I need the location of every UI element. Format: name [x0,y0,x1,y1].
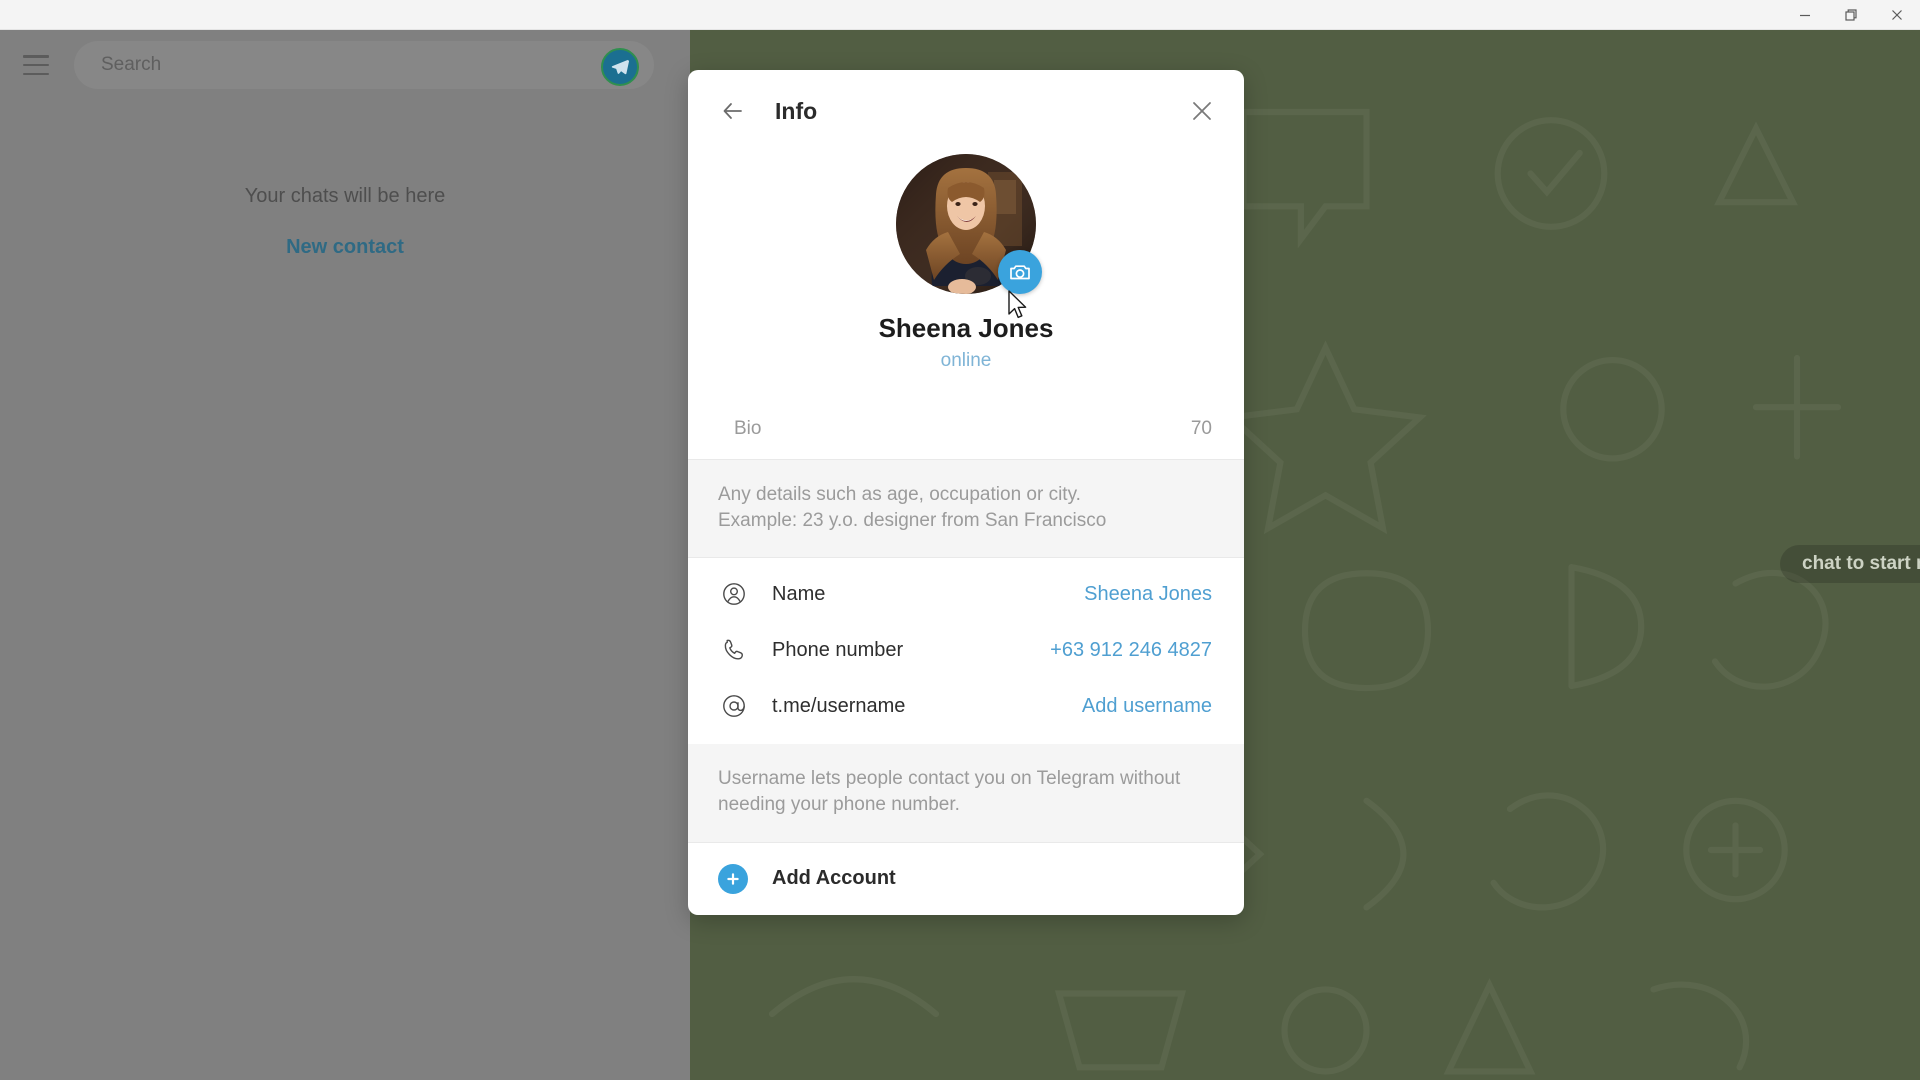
info-row-value[interactable]: Sheena Jones [1084,583,1212,606]
new-contact-link[interactable]: New contact [0,236,690,259]
info-row-value[interactable]: Add username [1082,695,1212,718]
change-photo-camera-icon[interactable] [998,250,1042,294]
avatar-wrapper[interactable] [896,154,1042,294]
info-row-label: t.me/username [772,694,906,717]
chat-list-sidebar: Your chats will be here New contact [0,30,690,1080]
search-field-wrapper[interactable] [74,41,654,89]
username-hint-line-1: Username lets people contact you on Tele… [718,768,1181,790]
info-row-username[interactable]: t.me/username Add username [688,678,1244,734]
add-account-label: Add Account [772,867,896,890]
close-button[interactable] [1874,0,1920,29]
restore-button[interactable] [1828,0,1874,29]
app-root: Your chats will be here New contact [0,0,1920,1080]
sidebar-toolbar [0,30,690,100]
menu-icon[interactable] [23,55,49,75]
add-account-button[interactable]: Add Account [688,843,1244,915]
plus-icon [718,863,748,894]
empty-chats-text: Your chats will be here [244,185,446,207]
profile-status: online [940,350,992,371]
username-hint-line-2: needing your phone number. [718,793,960,815]
bio-hint-line-1: Any details such as age, occupation or c… [718,484,1081,505]
info-row-label: Name [772,582,826,605]
info-rows: Name Sheena Jones Phone number +63 912 2… [688,558,1244,744]
person-icon [718,578,750,610]
info-row-phone[interactable]: Phone number +63 912 246 4827 [688,622,1244,678]
at-icon [718,690,750,722]
info-row-label: Phone number [772,638,904,661]
username-hint-block: Username lets people contact you on Tele… [688,744,1244,843]
bio-row[interactable]: Bio 70 [688,398,1244,460]
empty-chats-block: Your chats will be here New contact [0,185,690,259]
dialog-header: Info [688,70,1244,152]
profile-name: Sheena Jones [878,313,1054,343]
window-titlebar [0,0,1920,30]
bio-label: Bio [734,417,762,439]
bio-hint-block: Any details such as age, occupation or c… [688,460,1244,559]
profile-block: Sheena Jones online [688,152,1244,398]
select-chat-placeholder: chat to start messaging [1780,545,1920,583]
bio-hint-line-2: Example: 23 y.o. designer from San Franc… [718,509,1107,531]
telegram-logo-icon [601,48,639,86]
info-row-value[interactable]: +63 912 246 4827 [1050,639,1212,662]
info-dialog: Info Sheena Jones online Bio 70 Any deta… [688,70,1244,915]
back-arrow-icon[interactable] [713,91,753,131]
search-input[interactable] [74,53,583,77]
close-icon[interactable] [1182,91,1222,131]
dialog-title: Info [775,97,818,124]
phone-icon [718,634,750,666]
info-row-name[interactable]: Name Sheena Jones [688,566,1244,622]
minimize-button[interactable] [1782,0,1828,29]
bio-char-count: 70 [1190,417,1212,439]
